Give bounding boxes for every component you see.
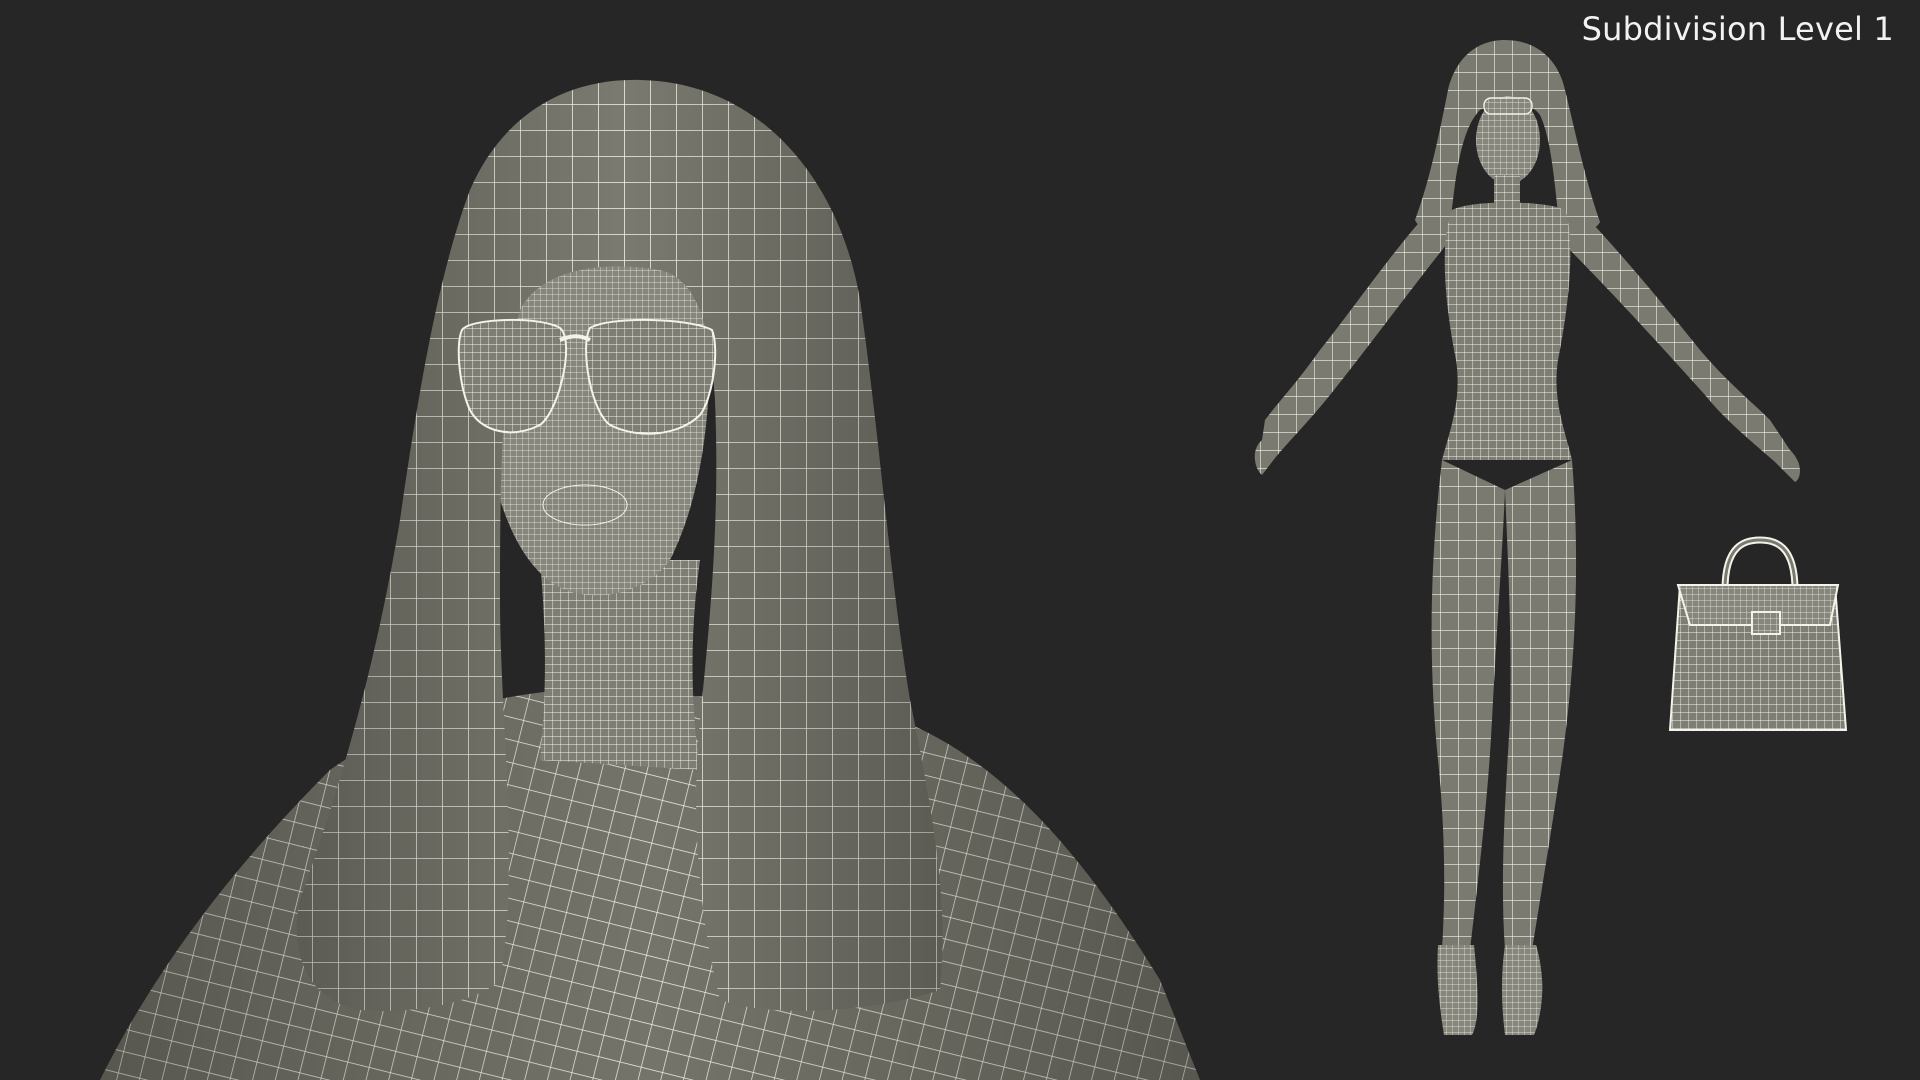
fullbody-torso (1442, 202, 1572, 460)
fullbody-right-shoe (1501, 945, 1543, 1035)
closeup-figure (100, 79, 1200, 1080)
wireframe-render (100, 40, 1848, 1080)
subdivision-level-label: Subdivision Level 1 (1581, 10, 1894, 48)
handbag (1668, 536, 1848, 731)
fullbody-right-arm (1560, 200, 1800, 482)
fullbody-right-leg (1502, 460, 1577, 950)
fullbody-left-leg (1431, 460, 1505, 950)
fullbody-figure (1254, 40, 1800, 1035)
fullbody-left-shoe (1437, 945, 1478, 1035)
fullbody-left-arm (1254, 200, 1450, 475)
handbag-clasp (1751, 611, 1781, 635)
closeup-lips (542, 484, 628, 526)
viewport: Subdivision Level 1 (0, 0, 1920, 1080)
fullbody-sunglasses (1483, 97, 1533, 115)
